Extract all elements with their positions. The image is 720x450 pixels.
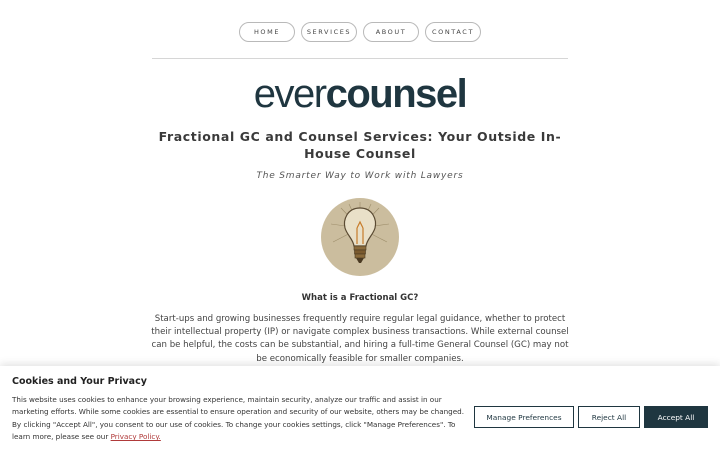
nav-contact-button[interactable]: CONTACT [425,22,481,42]
page-title: Fractional GC and Counsel Services: Your… [158,129,562,161]
page-tagline: The Smarter Way to Work with Lawyers [256,171,464,181]
light-bulb-illustration [321,198,399,276]
accept-all-button[interactable]: Accept All [644,406,708,428]
reject-all-button[interactable]: Reject All [578,406,640,428]
nav-services-button[interactable]: SERVICES [301,22,357,42]
cookie-text: This website uses cookies to enhance you… [12,394,470,444]
section-body: Start-ups and growing businesses frequen… [151,314,569,364]
nav-about-button[interactable]: ABOUT [363,22,419,42]
header-divider [152,58,568,59]
cookie-title: Cookies and Your Privacy [12,376,147,387]
manage-preferences-button[interactable]: Manage Preferences [474,406,574,428]
logo-text-bold: counsel [325,72,468,116]
cookie-actions: Manage Preferences Reject All Accept All [474,406,708,428]
evercounsel-logo[interactable]: evercounsel [0,72,720,117]
main-nav: HOME SERVICES ABOUT CONTACT [0,22,720,42]
logo-text-light: ever [253,72,327,116]
section-heading: What is a Fractional GC? [301,293,419,303]
cookie-description: This website uses cookies to enhance you… [12,395,465,442]
nav-home-button[interactable]: HOME [239,22,295,42]
privacy-policy-link[interactable]: Privacy Policy. [111,432,161,441]
cookie-banner: Cookies and Your Privacy This website us… [0,366,720,450]
